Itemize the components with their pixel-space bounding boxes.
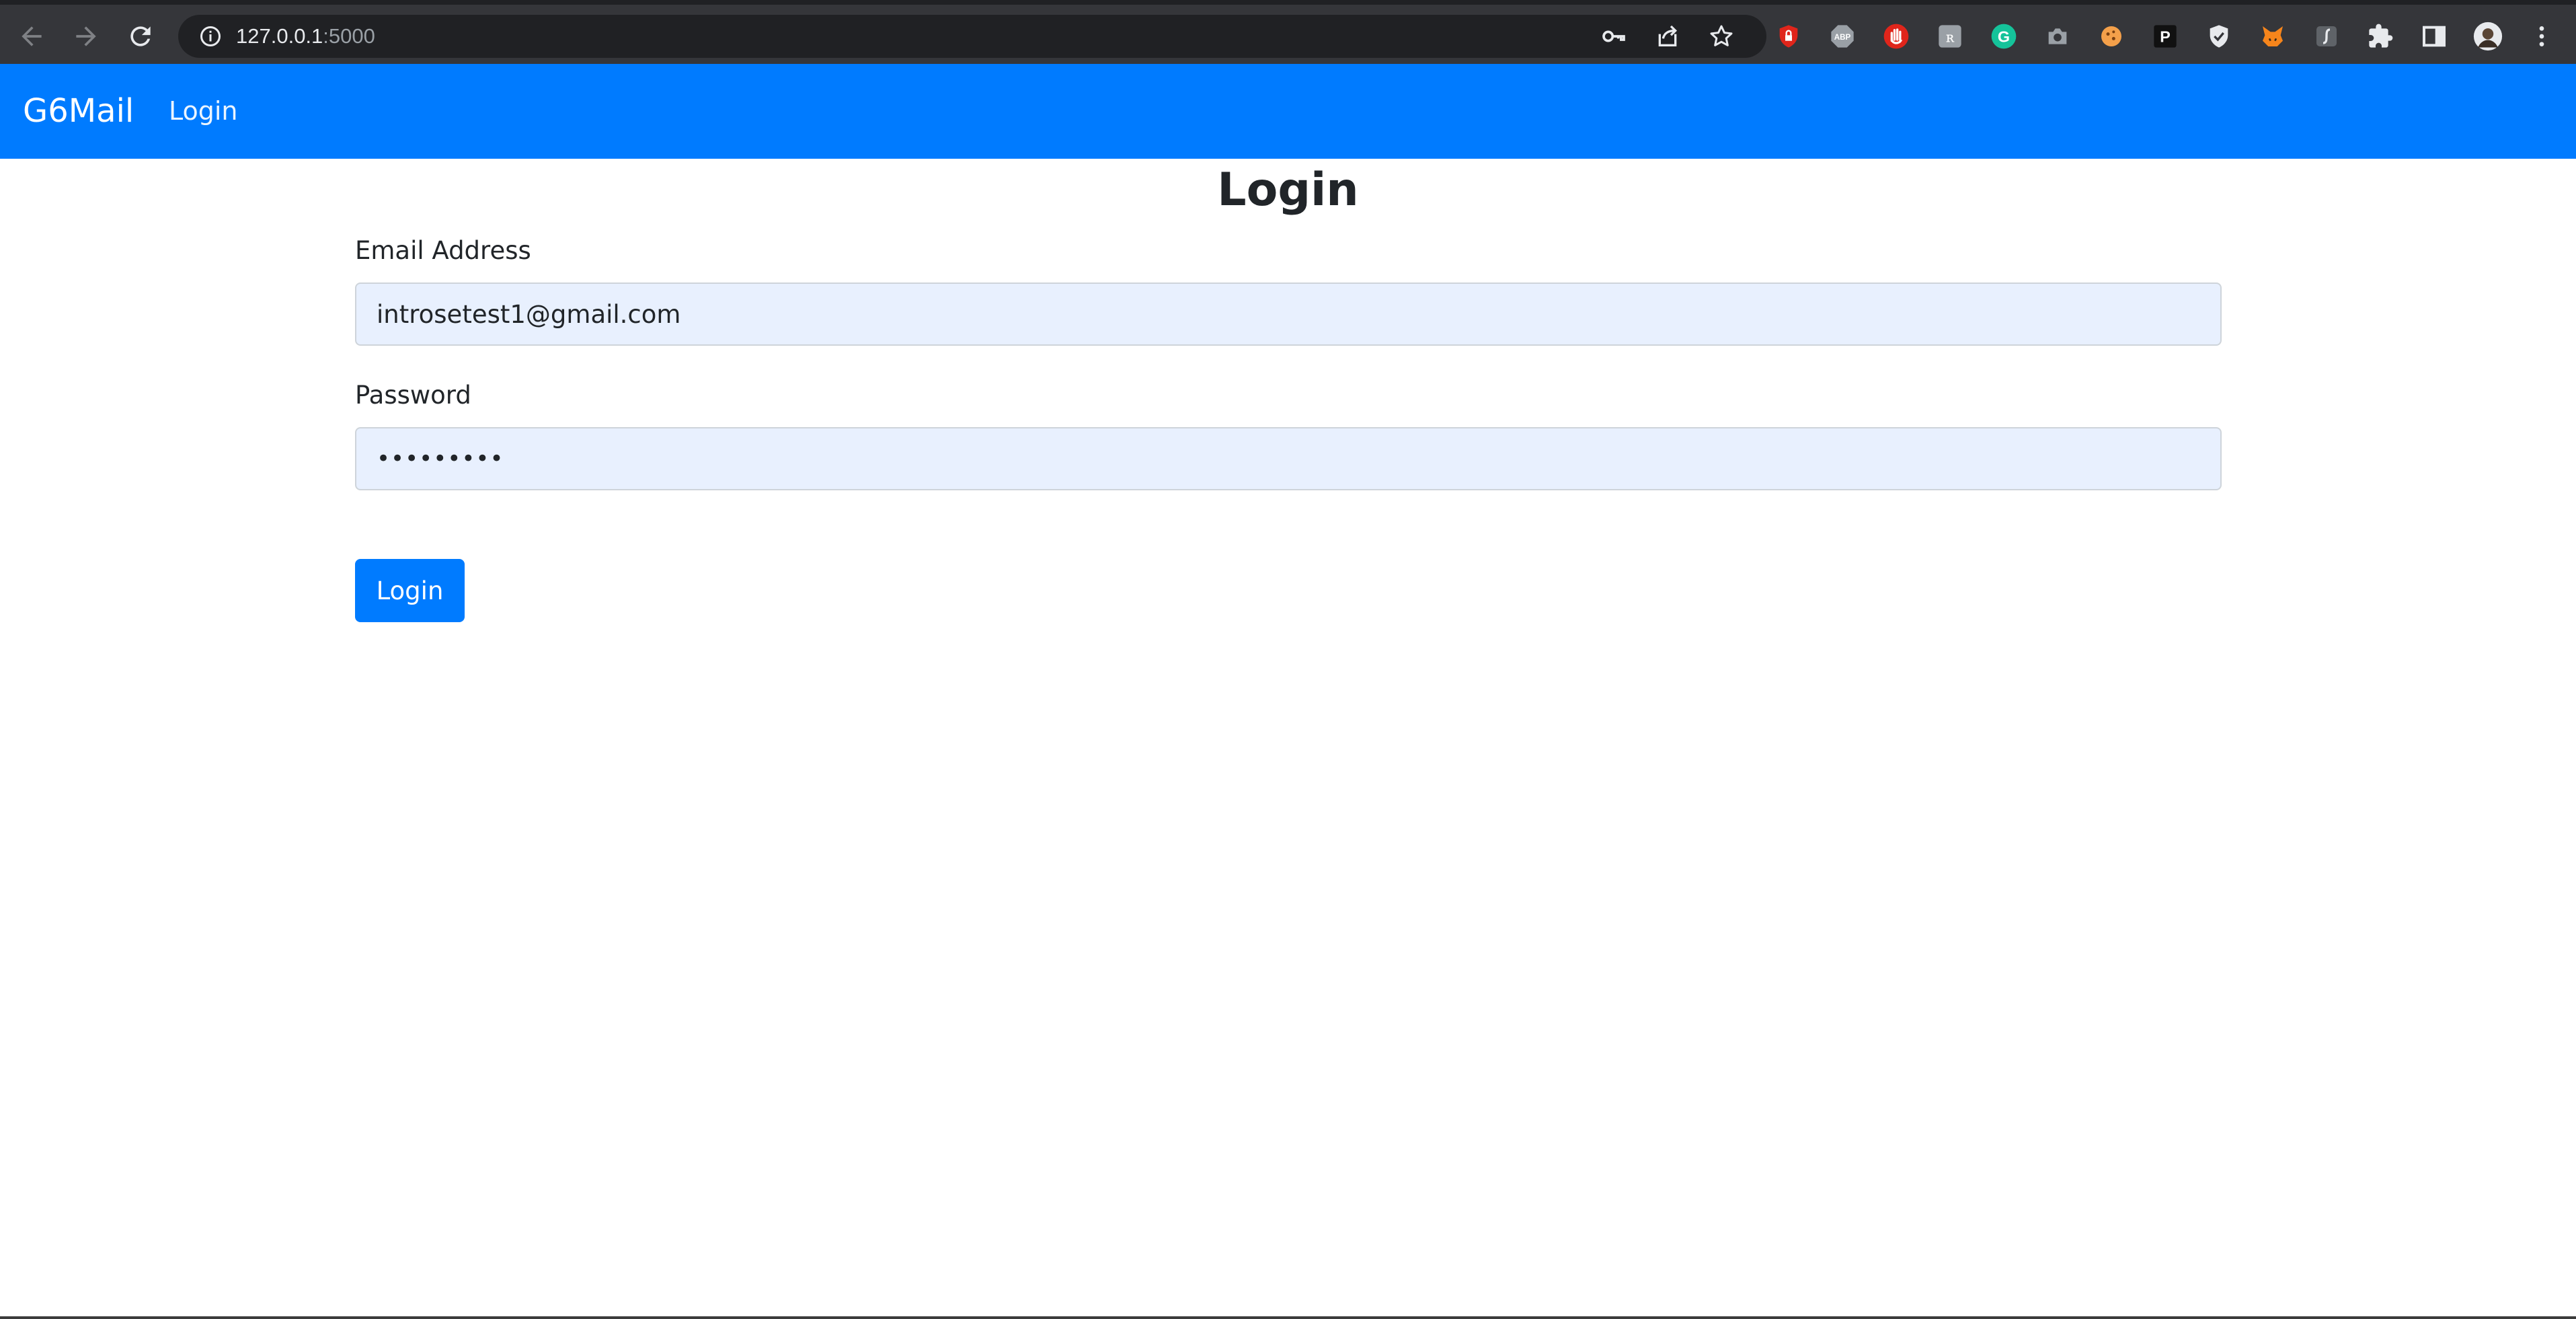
arrow-right-icon — [76, 26, 96, 46]
script-icon[interactable] — [2312, 22, 2341, 51]
app-navbar: G6Mail Login — [0, 64, 2576, 159]
bookmark-star-icon[interactable] — [1708, 23, 1735, 50]
lock-shield-icon[interactable] — [1774, 22, 1803, 51]
key-icon[interactable] — [1600, 23, 1627, 50]
camera-icon[interactable] — [2043, 22, 2072, 51]
reload-button[interactable] — [124, 20, 157, 53]
svg-text:P: P — [2160, 28, 2171, 45]
window-bottom-border — [0, 1316, 2576, 1319]
profile-avatar[interactable] — [2473, 22, 2503, 51]
back-button[interactable] — [15, 20, 48, 53]
grammarly-icon[interactable]: G — [1989, 22, 2019, 51]
puzzle-extensions-icon[interactable] — [2366, 22, 2395, 51]
login-button[interactable]: Login — [355, 559, 465, 622]
url-port: :5000 — [323, 24, 375, 48]
side-panel-icon[interactable] — [2419, 22, 2449, 51]
nav-link-login[interactable]: Login — [169, 96, 238, 126]
svg-text:ʀ: ʀ — [1946, 29, 1955, 46]
email-label: Email Address — [355, 236, 531, 265]
reload-icon — [130, 26, 151, 46]
p-extension-icon[interactable]: P — [2150, 22, 2180, 51]
browser-toolbar: 127.0.0.1:5000 ABP ʀ G P — [0, 0, 2576, 64]
page-title: Login — [1217, 163, 1359, 217]
hand-stop-icon[interactable] — [1881, 22, 1911, 51]
url-host: 127.0.0.1 — [236, 24, 323, 48]
shield-check-icon[interactable] — [2204, 22, 2234, 51]
address-bar[interactable]: 127.0.0.1:5000 — [178, 15, 1766, 58]
svg-text:G: G — [1998, 28, 2010, 45]
arrow-left-icon — [22, 26, 42, 46]
svg-text:ABP: ABP — [1834, 33, 1851, 42]
forward-button[interactable] — [69, 20, 103, 53]
hoax-extension-icon[interactable]: ʀ — [1935, 22, 1965, 51]
password-mask: ••••••••• — [377, 445, 504, 472]
metamask-fox-icon[interactable] — [2258, 22, 2288, 51]
cookie-icon[interactable] — [2097, 22, 2126, 51]
share-icon[interactable] — [1654, 23, 1681, 50]
adblock-plus-icon[interactable]: ABP — [1828, 22, 1857, 51]
url-text[interactable]: 127.0.0.1:5000 — [236, 23, 375, 50]
password-label: Password — [355, 381, 471, 410]
info-icon[interactable] — [198, 24, 223, 48]
email-field[interactable] — [355, 282, 2222, 346]
brand-logo-link[interactable]: G6Mail — [23, 92, 134, 130]
password-field[interactable]: ••••••••• — [355, 427, 2222, 490]
kebab-menu-icon[interactable] — [2527, 22, 2557, 51]
